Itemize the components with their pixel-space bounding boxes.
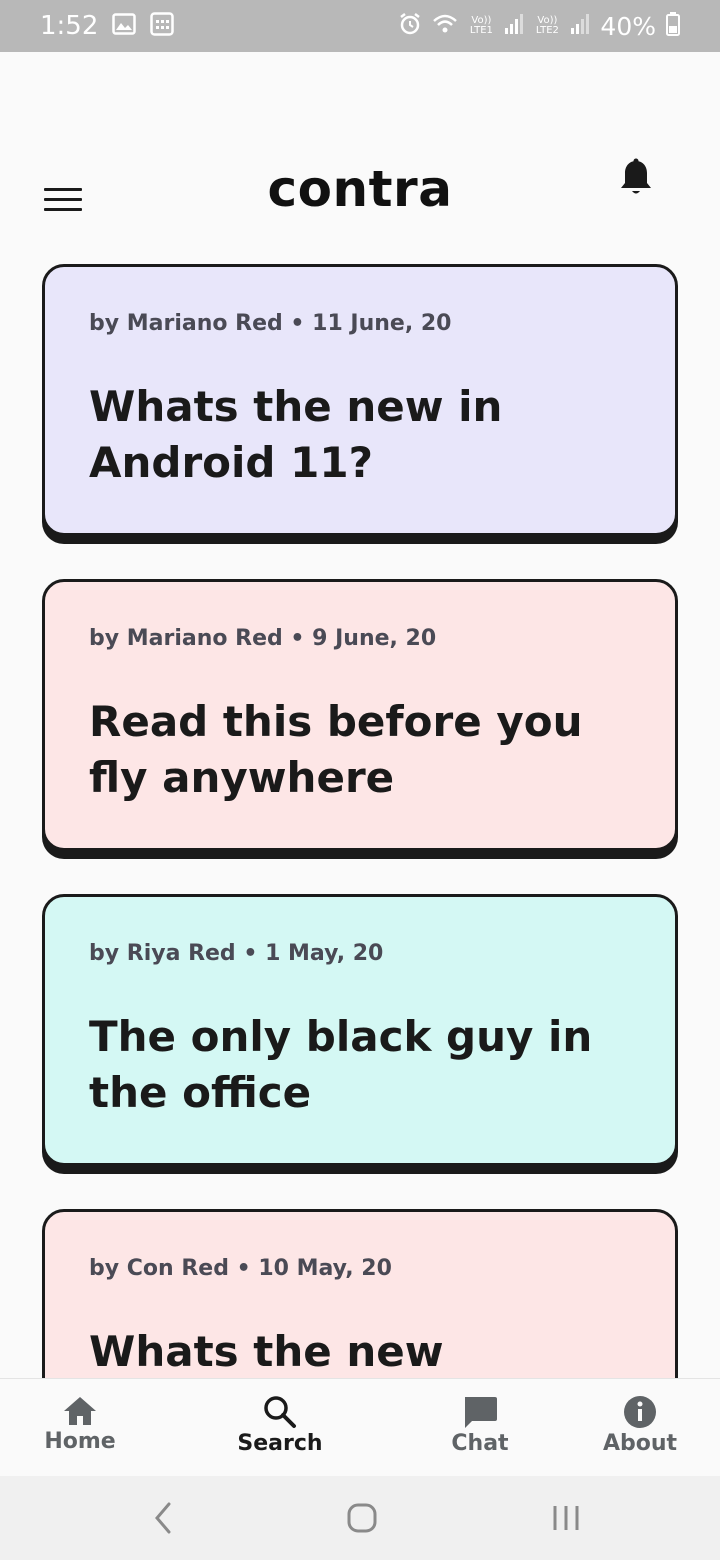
post-meta: by Mariano Red • 11 June, 20 <box>89 311 452 336</box>
nav-search[interactable]: Search <box>230 1379 330 1477</box>
battery-percent: 40% <box>600 11 656 41</box>
post-title: Whats the new in Android 11? <box>89 382 503 487</box>
nav-about[interactable]: About <box>590 1379 690 1477</box>
keyboard-icon <box>150 11 175 41</box>
system-nav-bar <box>0 1476 720 1560</box>
post-feed[interactable]: by Mariano Red • 11 June, 20 Whats the n… <box>0 262 720 1378</box>
status-right: Vo)) LTE1 Vo)) LTE2 40% <box>398 11 680 41</box>
nav-label: Search <box>237 1431 323 1456</box>
battery-icon <box>666 11 680 41</box>
post-card[interactable]: by Riya Red • 1 May, 20 The only black g… <box>42 894 678 1166</box>
wifi-icon <box>432 13 458 40</box>
post-title: Read this before you fly anywhere <box>89 697 583 802</box>
post-meta: by Mariano Red • 9 June, 20 <box>89 626 437 651</box>
nav-home[interactable]: Home <box>30 1379 130 1477</box>
post-card[interactable]: by Con Red • 10 May, 20 Whats the new <box>42 1209 678 1378</box>
post-card[interactable]: by Mariano Red • 11 June, 20 Whats the n… <box>42 264 678 536</box>
post-card[interactable]: by Mariano Red • 9 June, 20 Read this be… <box>42 579 678 851</box>
search-icon <box>264 1396 296 1428</box>
signal-icon <box>504 13 524 40</box>
bottom-nav: Home Search Chat About <box>0 1378 720 1476</box>
bell-icon[interactable] <box>618 158 656 198</box>
signal-icon <box>570 13 590 40</box>
home-circle-icon[interactable] <box>346 1498 378 1543</box>
post-title: The only black guy in the office <box>89 1012 593 1117</box>
nav-chat[interactable]: Chat <box>430 1379 530 1477</box>
nav-label: Home <box>44 1429 116 1454</box>
image-icon <box>112 12 137 40</box>
app-title: contra <box>267 160 453 218</box>
back-icon[interactable] <box>150 1498 176 1543</box>
post-meta: by Riya Red • 1 May, 20 <box>89 941 384 966</box>
lte1-label: Vo)) LTE1 <box>469 15 493 36</box>
nav-label: About <box>602 1431 678 1456</box>
nav-label: Chat <box>451 1431 509 1456</box>
post-meta: by Con Red • 10 May, 20 <box>89 1256 392 1281</box>
chat-icon <box>465 1397 497 1428</box>
status-bar: 1:52 Vo)) LTE1 Vo)) LTE2 40% <box>0 0 720 52</box>
post-title: Whats the new <box>89 1327 444 1376</box>
status-time: 1:52 <box>40 11 99 41</box>
app-header: contra <box>0 52 720 252</box>
home-icon <box>64 1397 96 1425</box>
recents-icon[interactable] <box>550 1498 582 1543</box>
status-left: 1:52 <box>40 11 175 41</box>
alarm-icon <box>398 12 422 41</box>
lte2-label: Vo)) LTE2 <box>535 15 559 36</box>
info-icon <box>624 1396 656 1428</box>
